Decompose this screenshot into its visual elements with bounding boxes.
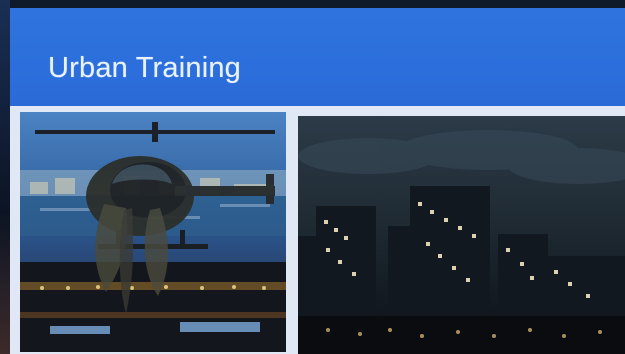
helicopter-photo [20, 112, 286, 352]
night-city-photo [298, 116, 625, 354]
presentation-slide: Urban Training [10, 8, 625, 354]
left-slide-edge [0, 0, 10, 354]
night-city-image [298, 116, 625, 354]
projector-frame: Urban Training [0, 0, 625, 354]
helicopter-city-image [20, 112, 286, 352]
photo-strip [10, 106, 625, 354]
title-bar: Urban Training [10, 8, 625, 106]
slide-title: Urban Training [48, 52, 242, 84]
